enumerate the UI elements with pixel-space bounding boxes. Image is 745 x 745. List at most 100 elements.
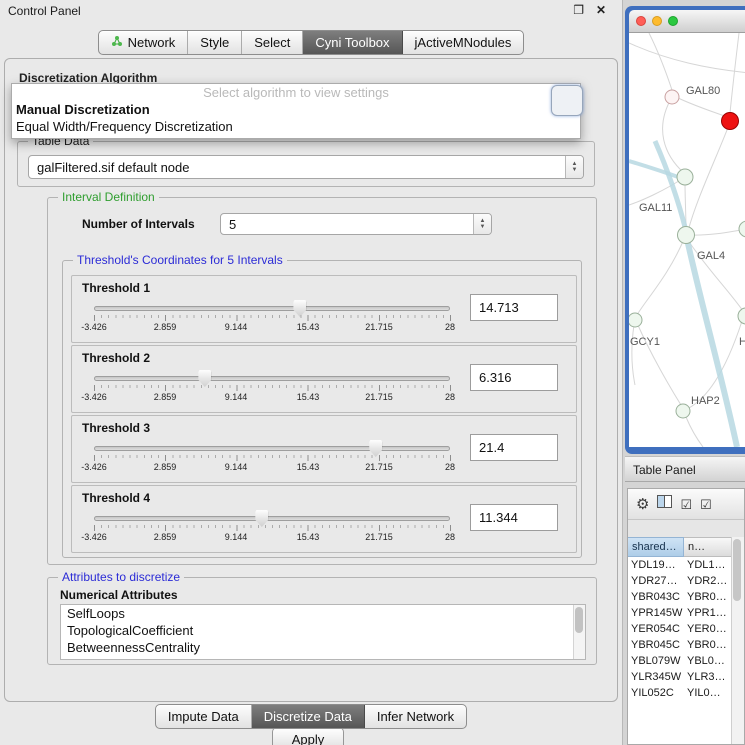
- cell[interactable]: YBR0…: [684, 637, 732, 653]
- thresholds-group-label: Threshold's Coordinates for 5 Intervals: [73, 253, 287, 267]
- table-row[interactable]: YLR345WYLR3…: [628, 669, 732, 685]
- scrollbar-thumb[interactable]: [733, 539, 741, 601]
- algorithm-option-equal-width[interactable]: Equal Width/Frequency Discretization: [12, 118, 580, 135]
- slider-ticks: [94, 385, 451, 391]
- threshold-4-slider[interactable]: [94, 516, 450, 522]
- gear-icon[interactable]: ⚙: [636, 497, 649, 512]
- cyni-content-panel: Discretization Algorithm Select algorith…: [4, 58, 618, 702]
- cell[interactable]: YER0…: [684, 621, 732, 637]
- cell[interactable]: YLR345W: [628, 669, 684, 685]
- tab-cyni-toolbox[interactable]: Cyni Toolbox: [303, 31, 402, 54]
- cell[interactable]: YBR0…: [684, 589, 732, 605]
- table-row[interactable]: YBL079WYBL0…: [628, 653, 732, 669]
- node-selected-red[interactable]: [722, 113, 739, 130]
- threshold-3-slider[interactable]: [94, 446, 450, 452]
- cell[interactable]: YPR145W: [628, 605, 684, 621]
- cell[interactable]: YBR045C: [628, 637, 684, 653]
- cell[interactable]: YBR043C: [628, 589, 684, 605]
- table-panel-window: ⚙ ☑ ☑ shared… n… YDL19…YDL1… YDR27…YDR2……: [627, 488, 745, 745]
- tab-style[interactable]: Style: [188, 31, 242, 54]
- threshold-3-panel: Threshold 3 -3.426 2.859 9.144 15.43 21.…: [71, 415, 577, 483]
- top-tabs: Network Style Select Cyni Toolbox jActiv…: [98, 30, 525, 55]
- columns-icon[interactable]: [657, 495, 672, 513]
- window-title: Control Panel: [8, 4, 81, 18]
- table-row[interactable]: YPR145WYPR1…: [628, 605, 732, 621]
- list-item[interactable]: TopologicalCoefficient: [61, 622, 585, 639]
- cell[interactable]: YPR1…: [684, 605, 732, 621]
- list-item[interactable]: BetweennessCentrality: [61, 639, 585, 656]
- list-item[interactable]: SelfLoops: [61, 605, 585, 622]
- scale-label: 15.43: [297, 322, 320, 332]
- table-header-row: shared… n…: [628, 537, 744, 557]
- cell[interactable]: YBL079W: [628, 653, 684, 669]
- cell[interactable]: YBL0…: [684, 653, 732, 669]
- interval-definition-label: Interval Definition: [58, 190, 159, 204]
- network-canvas[interactable]: GAL80 GAL11 GAL4 GCY1 HAP2 H: [629, 33, 745, 447]
- tab-network[interactable]: Network: [99, 31, 189, 54]
- node-right-1[interactable]: [739, 221, 745, 237]
- list-scrollbar[interactable]: [573, 605, 585, 659]
- table-row[interactable]: YER054CYER0…: [628, 621, 732, 637]
- checkbox-icon[interactable]: ☑: [700, 498, 712, 511]
- node-right-2[interactable]: [738, 308, 745, 324]
- node-gal80[interactable]: [665, 90, 679, 104]
- tab-impute-data-label: Impute Data: [168, 705, 239, 728]
- table-data-selected-value: galFiltered.sif default node: [37, 156, 189, 178]
- table-data-combobox[interactable]: galFiltered.sif default node ▲▼: [28, 155, 584, 179]
- numerical-attributes-list[interactable]: SelfLoops TopologicalCoefficient Between…: [60, 604, 586, 660]
- threshold-2-slider[interactable]: [94, 376, 450, 382]
- table-row[interactable]: YDL19…YDL1…: [628, 557, 732, 573]
- threshold-1-slider[interactable]: [94, 306, 450, 312]
- scale-label: -3.426: [81, 322, 107, 332]
- threshold-2-value-field[interactable]: 6.316: [470, 364, 558, 391]
- table-row[interactable]: YBR045CYBR0…: [628, 637, 732, 653]
- table-row[interactable]: YIL052CYIL0…: [628, 685, 732, 701]
- threshold-3-value-field[interactable]: 21.4: [470, 434, 558, 461]
- cell[interactable]: YDL1…: [684, 557, 732, 573]
- cell[interactable]: YLR3…: [684, 669, 732, 685]
- node-hap2[interactable]: [676, 404, 690, 418]
- table-data-group: Table Data galFiltered.sif default node …: [17, 141, 595, 187]
- node-label-gal11: GAL11: [639, 202, 672, 214]
- tab-discretize-data[interactable]: Discretize Data: [252, 705, 365, 728]
- node-gal4[interactable]: [678, 227, 695, 244]
- restore-icon[interactable]: ❐: [573, 3, 584, 17]
- cell[interactable]: YDR27…: [628, 573, 684, 589]
- slider-track: [94, 376, 450, 381]
- minimize-traffic-light[interactable]: [652, 16, 662, 26]
- column-header-shared-name[interactable]: shared…: [628, 537, 684, 557]
- scrollbar-thumb[interactable]: [575, 607, 583, 633]
- close-icon[interactable]: ✕: [596, 3, 606, 17]
- close-traffic-light[interactable]: [636, 16, 646, 26]
- checkbox-icon[interactable]: ☑: [680, 498, 692, 511]
- zoom-traffic-light[interactable]: [668, 16, 678, 26]
- node-gcy1[interactable]: [629, 313, 642, 327]
- algorithm-combo-fragment[interactable]: [551, 85, 583, 116]
- numerical-attributes-label: Numerical Attributes: [60, 588, 178, 602]
- tab-jactivemnodules[interactable]: jActiveMNodules: [403, 31, 524, 54]
- cell[interactable]: YDL19…: [628, 557, 684, 573]
- combo-stepper-icon[interactable]: ▲▼: [565, 156, 583, 178]
- stepper-down-icon: ▼: [572, 167, 578, 173]
- combo-stepper-icon[interactable]: ▲▼: [473, 214, 491, 234]
- scale-label: -3.426: [81, 462, 107, 472]
- table-row[interactable]: YDR27…YDR2…: [628, 573, 732, 589]
- table-row[interactable]: YBR043CYBR0…: [628, 589, 732, 605]
- cell[interactable]: YDR2…: [684, 573, 732, 589]
- tab-infer-network[interactable]: Infer Network: [365, 705, 466, 728]
- table-toolbar: ⚙ ☑ ☑: [628, 489, 744, 520]
- cell[interactable]: YIL0…: [684, 685, 732, 701]
- algorithm-option-manual[interactable]: Manual Discretization: [12, 101, 580, 118]
- threshold-4-value-field[interactable]: 11.344: [470, 504, 558, 531]
- table-scrollbar[interactable]: [731, 537, 744, 744]
- slider-track: [94, 446, 450, 451]
- threshold-1-value-field[interactable]: 14.713: [470, 294, 558, 321]
- tab-impute-data[interactable]: Impute Data: [156, 705, 252, 728]
- node-gal11[interactable]: [677, 169, 693, 185]
- cell[interactable]: YER054C: [628, 621, 684, 637]
- apply-button[interactable]: Apply: [272, 727, 344, 745]
- number-of-intervals-combobox[interactable]: 5 ▲▼: [220, 213, 492, 235]
- interval-definition-group: Interval Definition Number of Intervals …: [47, 197, 597, 565]
- tab-select[interactable]: Select: [242, 31, 303, 54]
- cell[interactable]: YIL052C: [628, 685, 684, 701]
